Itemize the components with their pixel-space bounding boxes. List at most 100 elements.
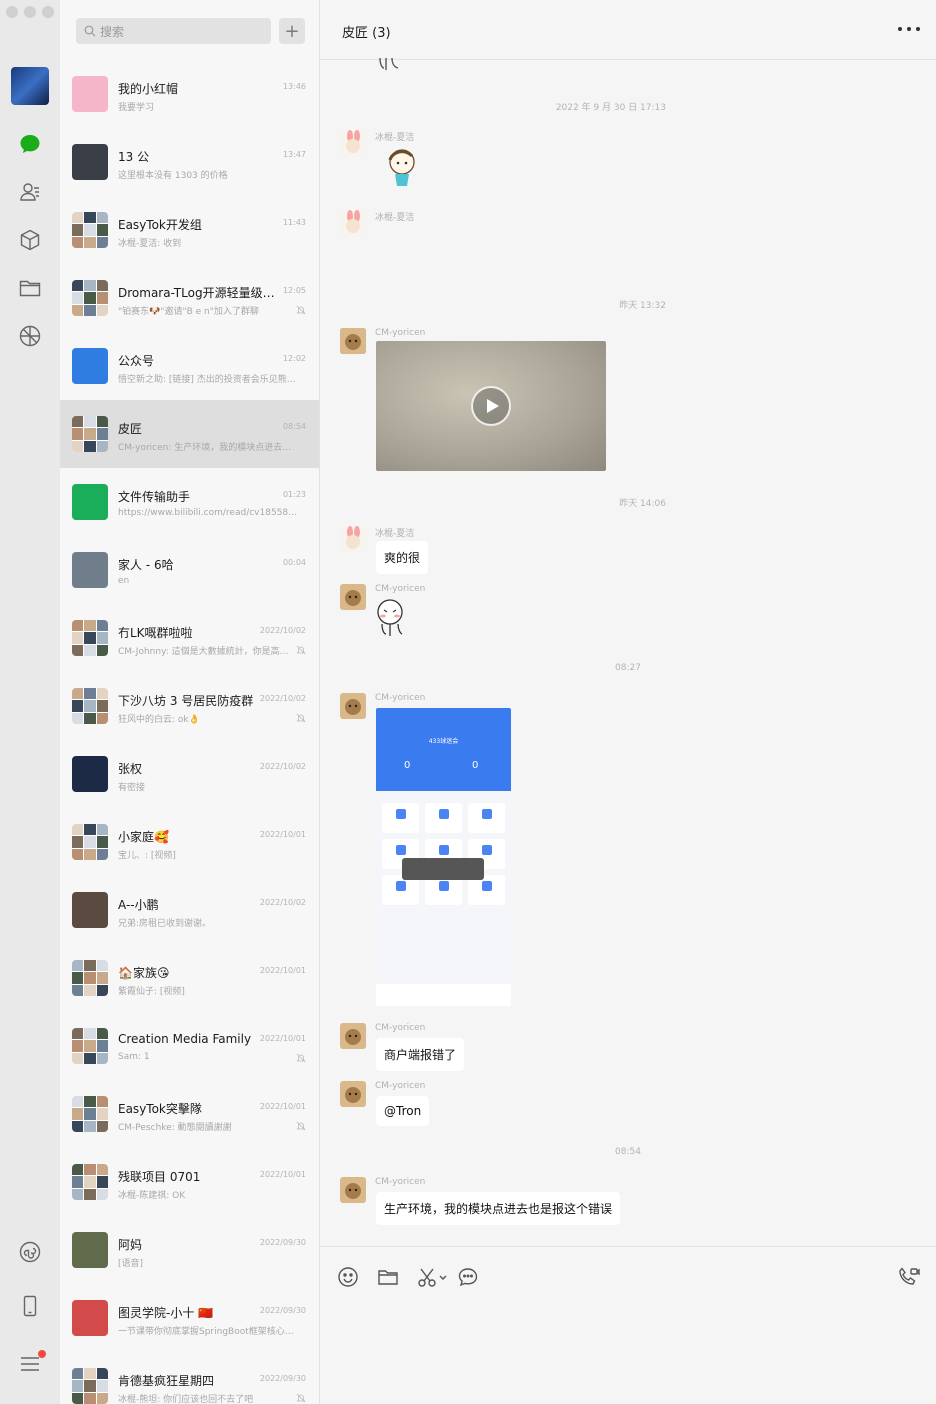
conversation-item[interactable]: 13 公 13:47 这里根本没有 1303 的价格 xyxy=(60,128,319,196)
conversation-time: 11:43 xyxy=(282,218,306,227)
sender-avatar[interactable] xyxy=(340,210,366,236)
conversation-name: EasyTok突擊隊 xyxy=(118,1102,202,1116)
nav-rail xyxy=(0,0,60,1404)
scissors-icon[interactable] xyxy=(416,1265,450,1289)
conversation-item[interactable]: 肯德基疯狂星期四 2022/09/30 冰棍-熊坦: 你们应该也回不去了吧 xyxy=(60,1352,319,1404)
sender-name: 冰棍-夏洁 xyxy=(375,213,415,223)
conversation-item[interactable]: EasyTok开发组 11:43 冰棍-夏洁: 收到 xyxy=(60,196,319,264)
timestamp: 昨天 14:06 xyxy=(619,499,666,509)
add-button[interactable]: + xyxy=(279,18,305,44)
emoji-icon[interactable] xyxy=(336,1265,360,1289)
conversation-name: EasyTok开发组 xyxy=(118,218,202,232)
conversation-preview: [语音] xyxy=(118,1259,144,1269)
my-avatar[interactable] xyxy=(11,67,49,105)
conversation-item[interactable]: 阿妈 2022/09/30 [语音] xyxy=(60,1216,319,1284)
mini-program-icon[interactable] xyxy=(18,1240,42,1264)
more-options-button[interactable] xyxy=(898,22,920,36)
conversation-item[interactable]: 家人 - 6哈 00:04 en xyxy=(60,536,319,604)
call-icon[interactable] xyxy=(896,1265,920,1289)
image-message[interactable]: 433球迷会 0 0 xyxy=(376,708,511,1006)
folder-icon[interactable] xyxy=(376,1265,400,1289)
sticker-face-icon xyxy=(377,599,403,636)
conversation-item[interactable]: A--小鹏 2022/10/02 兄弟:房租已收到谢谢。 xyxy=(60,876,319,944)
conversation-list: 搜索 + 我的小红帽 13:46 我要学习 13 公 13:47 这里根本没有 1303 … xyxy=(60,0,320,1404)
conversation-time: 2022/10/01 xyxy=(259,1102,306,1111)
phone-icon[interactable] xyxy=(18,1294,42,1318)
conversation-time: 2022/10/02 xyxy=(259,898,306,907)
minimize-window-button[interactable] xyxy=(24,6,36,18)
conversation-preview: "铂赛东🐶"邀请"B e n"加入了群聊 xyxy=(118,307,259,317)
avatar xyxy=(72,1028,108,1064)
conversation-item[interactable]: 我的小红帽 13:46 我要学习 xyxy=(60,60,319,128)
message-bubble[interactable]: 爽的很 xyxy=(376,541,429,574)
conversation-name: 文件传输助手 xyxy=(118,490,191,504)
play-icon[interactable] xyxy=(471,386,511,426)
maximize-window-button[interactable] xyxy=(42,6,54,18)
conversation-preview: CM-yoricen: 生产环境，我的模块点进去也… xyxy=(118,443,300,453)
conversation-item[interactable]: 冇LK嘅群啦啦 2022/10/02 CM-Johnny: 這個是大數據統計，你是高… xyxy=(60,604,319,672)
sender-name: CM-yoricen xyxy=(375,1177,426,1187)
sender-avatar[interactable] xyxy=(340,328,366,354)
sender-avatar[interactable] xyxy=(340,693,366,719)
conversation-preview: Sam: 1 xyxy=(118,1052,150,1062)
conversation-time: 2022/10/01 xyxy=(259,1170,306,1179)
avatar xyxy=(72,1164,108,1200)
conversation-item[interactable]: 小家庭🥰 2022/10/01 宝儿、: [视频] xyxy=(60,808,319,876)
timestamp: 昨天 13:32 xyxy=(619,301,666,311)
conversation-item[interactable]: 图灵学院-小十 🇨🇳 2022/09/30 一节课带你彻底掌握SpringBoot框… xyxy=(60,1284,319,1352)
sender-avatar[interactable] xyxy=(340,584,366,610)
chat-icon[interactable] xyxy=(18,132,42,156)
conversation-item[interactable]: Dromara-TLog开源轻量级日… 12:05 "铂赛东🐶"邀请"B e n"加… xyxy=(60,264,319,332)
avatar xyxy=(72,960,108,996)
phone-title: 433球迷会 xyxy=(428,738,459,745)
sender-avatar[interactable] xyxy=(340,1177,366,1203)
mute-bell-icon xyxy=(296,713,306,723)
message-bubble[interactable]: 生产环境，我的模块点进去也是报这个错误 xyxy=(376,1192,621,1225)
message-composer[interactable] xyxy=(320,1246,936,1404)
conversation-name: 下沙八坊 3 号居民防疫群 xyxy=(118,694,254,708)
sender-name: 冰棍-夏洁 xyxy=(375,529,415,539)
avatar xyxy=(72,688,108,724)
chat-title: 皮匠 (3) xyxy=(342,26,391,41)
video-message[interactable] xyxy=(376,341,606,471)
conversation-item[interactable]: 文件传输助手 01:23 https://www.bilibili.com/read… xyxy=(60,468,319,536)
conversation-item[interactable]: EasyTok突擊隊 2022/10/01 CM-Peschke: 動態閱讀謝謝 xyxy=(60,1080,319,1148)
contacts-icon[interactable] xyxy=(18,180,42,204)
chat-bubble-icon[interactable] xyxy=(456,1265,480,1289)
box-icon[interactable] xyxy=(18,228,42,252)
avatar xyxy=(72,552,108,588)
avatar xyxy=(72,1232,108,1268)
message-bubble[interactable]: 商户端报错了 xyxy=(376,1038,465,1071)
sender-avatar[interactable] xyxy=(340,526,366,552)
sender-avatar[interactable] xyxy=(340,130,366,156)
conversation-item[interactable]: 公众号 12:02 悟空新之助: [链接] 杰出的投资者会乐见熊… xyxy=(60,332,319,400)
conversation-name: 🏠家族😘 xyxy=(118,966,170,980)
conversation-name: 家人 - 6哈 xyxy=(118,558,174,572)
close-window-button[interactable] xyxy=(6,6,18,18)
search-input[interactable]: 搜索 xyxy=(76,18,271,44)
conversation-item[interactable]: 🏠家族😘 2022/10/01 紫霞仙子: [视频] xyxy=(60,944,319,1012)
sender-avatar[interactable] xyxy=(340,1023,366,1049)
avatar xyxy=(72,144,108,180)
timestamp: 08:54 xyxy=(615,1147,641,1157)
conversation-preview: 悟空新之助: [链接] 杰出的投资者会乐见熊… xyxy=(118,375,296,385)
conversation-preview: 兄弟:房租已收到谢谢。 xyxy=(118,919,212,929)
conversation-time: 2022/10/02 xyxy=(259,694,306,703)
sender-name: CM-yoricen xyxy=(375,328,426,338)
conversation-preview: 冰棍-熊坦: 你们应该也回不去了吧 xyxy=(118,1395,254,1404)
conversation-item[interactable]: 残联项目 0701 2022/10/01 冰棍-陈建祺: OK xyxy=(60,1148,319,1216)
sender-avatar[interactable] xyxy=(340,1081,366,1107)
conversation-name: 阿妈 xyxy=(118,1238,143,1252)
conversation-item[interactable]: 下沙八坊 3 号居民防疫群 2022/10/02 狂风中的白云: ok👌 xyxy=(60,672,319,740)
conversation-preview: 冰棍-陈建祺: OK xyxy=(118,1191,186,1201)
conversation-item[interactable]: Creation Media Family 2022/10/01 Sam: 1 xyxy=(60,1012,319,1080)
conversation-time: 13:47 xyxy=(282,150,306,159)
message-bubble[interactable]: @Tron xyxy=(376,1096,430,1126)
moments-icon[interactable] xyxy=(18,324,42,348)
conversation-item[interactable]: 皮匠 08:54 CM-yoricen: 生产环境，我的模块点进去也… xyxy=(60,400,319,468)
mute-bell-icon xyxy=(296,645,306,655)
folder-icon[interactable] xyxy=(18,276,42,300)
conversation-item[interactable]: 张权 2022/10/02 有密接 xyxy=(60,740,319,808)
conversation-time: 08:54 xyxy=(282,422,306,431)
search-placeholder: 搜索 xyxy=(100,24,125,39)
